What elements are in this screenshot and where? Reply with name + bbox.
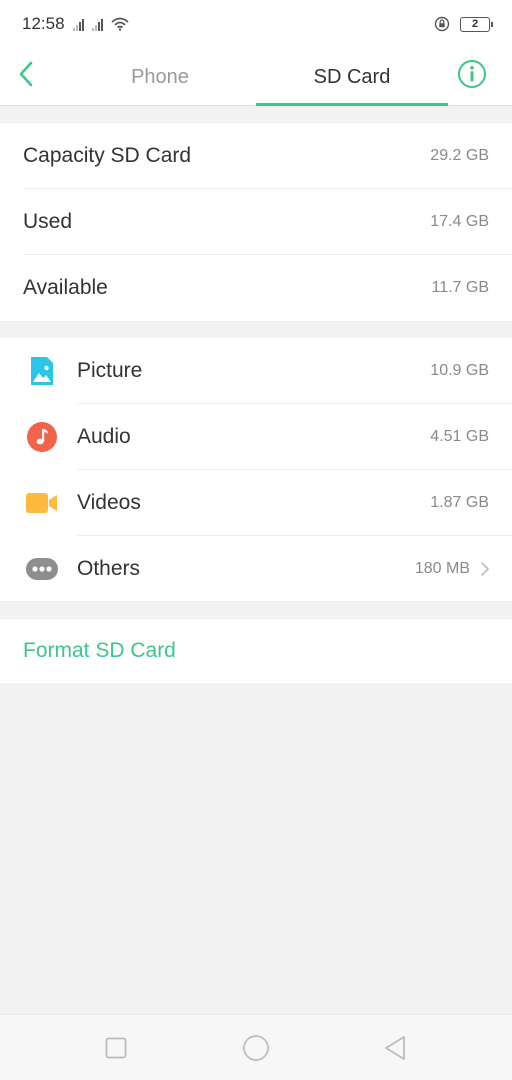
tab-phone-label: Phone [131,65,189,88]
storage-summary-card: Capacity SD Card 29.2 GB Used 17.4 GB Av… [0,123,512,321]
chevron-right-icon [481,562,489,576]
format-sd-card-button[interactable]: Format SD Card [0,619,512,683]
triangle-back-icon [385,1036,405,1060]
home-button[interactable] [241,1033,271,1063]
categories-card: Picture 10.9 GB Audio 4.51 GB Videos 1.8… [0,338,512,601]
available-row: Available 11.7 GB [0,255,512,321]
used-row: Used 17.4 GB [0,189,512,255]
signal-2-icon [91,17,103,31]
category-row-audio[interactable]: Audio 4.51 GB [0,404,512,470]
music-note-icon [26,421,58,453]
active-tab-indicator [256,103,448,106]
category-size: 1.87 GB [430,494,489,511]
header: Phone SD Card [0,48,512,106]
status-right: 2 [434,16,493,32]
chevron-left-icon [19,61,33,87]
nav-back-button[interactable] [380,1033,410,1063]
capacity-value: 29.2 GB [430,147,489,164]
format-card: Format SD Card [0,619,512,683]
more-dots-icon [26,553,58,585]
battery-icon: 2 [460,16,493,32]
back-button[interactable] [10,58,42,90]
category-label: Audio [77,425,131,448]
tab-sd-card[interactable]: SD Card [256,48,448,106]
used-label: Used [23,210,73,233]
category-label: Others [77,557,141,580]
capacity-label: Capacity SD Card [23,144,192,167]
category-size: 10.9 GB [430,362,489,379]
signal-1-icon [72,17,84,31]
rotation-lock-icon [434,16,450,32]
wifi-icon [110,17,129,31]
navigation-bar [0,1014,512,1080]
category-size: 180 MB [414,560,470,577]
available-value: 11.7 GB [431,279,489,296]
category-label: Picture [77,359,143,382]
status-left: 12:58 [22,14,129,34]
capacity-row: Capacity SD Card 29.2 GB [0,123,512,189]
info-icon [458,60,486,88]
category-row-videos[interactable]: Videos 1.87 GB [0,470,512,536]
info-button[interactable] [456,58,488,90]
category-label: Videos [77,491,141,514]
category-size: 4.51 GB [430,428,489,445]
available-label: Available [23,276,108,299]
format-sd-card-label: Format SD Card [23,639,176,662]
used-value: 17.4 GB [430,213,489,230]
category-row-others[interactable]: Others 180 MB [0,536,512,602]
status-time: 12:58 [22,14,65,33]
tab-phone[interactable]: Phone [64,48,256,106]
video-camera-icon [26,487,58,519]
category-row-picture[interactable]: Picture 10.9 GB [0,338,512,404]
status-bar: 12:58 2 [0,0,512,48]
recent-apps-button[interactable] [101,1033,131,1063]
battery-level: 2 [471,17,479,30]
picture-icon [26,355,58,387]
tab-sd-card-label: SD Card [313,65,391,88]
square-icon [105,1037,127,1059]
circle-icon [243,1035,269,1061]
